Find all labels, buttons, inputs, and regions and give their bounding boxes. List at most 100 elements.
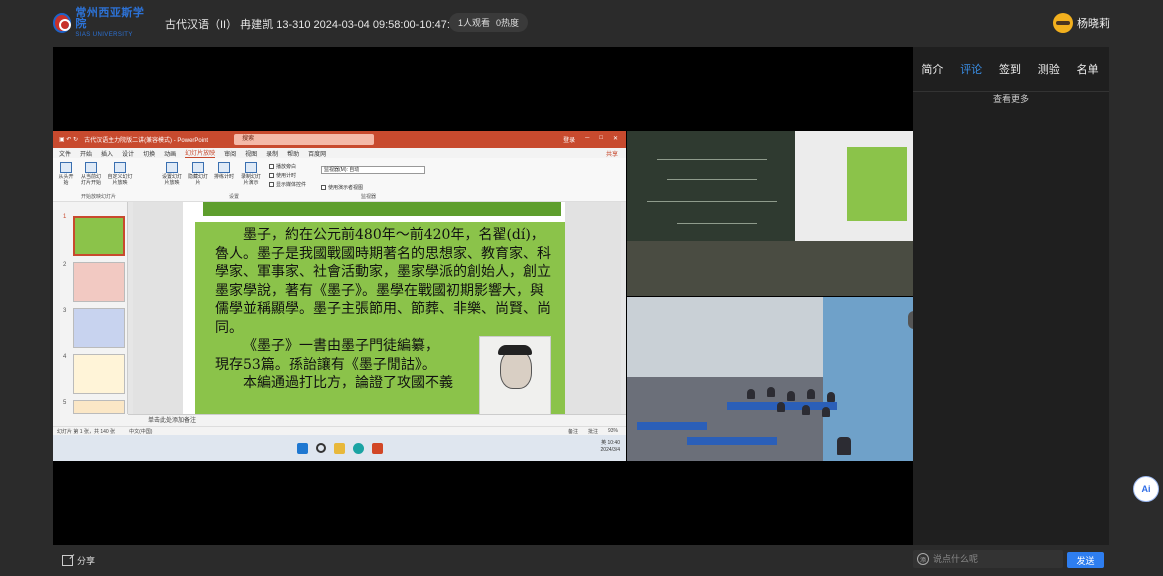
ppt-notes-pane: 单击此处添加备注 [128, 414, 626, 426]
logo-emblem-icon [53, 13, 72, 33]
top-bar: 常州西亚斯学院 SIAS UNIVERSITY 古代汉语（II） 冉建凯 13-… [0, 0, 1163, 47]
ppt-search-box: 搜索 [234, 134, 375, 145]
ppt-record-button: 录制幻灯片演示 [239, 162, 263, 186]
ppt-save-icon: ▣ ↶ ↻ [59, 137, 79, 143]
file-explorer-icon [333, 442, 345, 454]
ppt-custom-show-button: 自定义幻灯片放映 [107, 162, 133, 186]
ppt-login: 登录 [563, 138, 576, 144]
search-icon [315, 443, 326, 453]
course-title: 古代汉语（II） 冉建凯 13-310 2024-03-04 09:58:00-… [165, 19, 463, 31]
student [822, 407, 830, 417]
edge-browser-icon [352, 442, 364, 454]
ppt-maximize-icon: □ [599, 135, 603, 141]
heat-count: 0热度 [496, 18, 520, 28]
ppt-group-setup: 设置 [229, 194, 240, 200]
slide-paragraph: 墨子，約在公元前480年～前420年，名翟(dí)，魯人。墨子是我國戰國時期著名… [215, 227, 551, 336]
user-name[interactable]: 杨晓莉 [1077, 15, 1110, 31]
ppt-title-bar: ▣ ↶ ↻ 古代汉语主力院版二讲(兼容模式) - PowerPoint 搜索 登… [53, 131, 626, 148]
desk [637, 422, 707, 430]
thumb-number: 5 [63, 400, 67, 406]
side-tabs: 简介 评论 签到 测验 名单 [913, 47, 1109, 92]
ppt-minimize-icon: ─ [585, 135, 590, 141]
ppt-menu-bar: 文件 开始 插入 设计 切换 动画 幻灯片放映 审阅 视图 录制 帮助 百度网 … [53, 148, 626, 158]
ppt-menu-animation: 动画 [164, 151, 177, 158]
ppt-ribbon: 从头开始 从当前幻灯片开始 自定义幻灯片放映 开始放映幻灯片 设置幻灯片放映 隐… [53, 158, 626, 202]
ppt-menu-record: 录制 [266, 151, 279, 158]
viewer-count: 1人观看 [458, 18, 491, 28]
user-menu[interactable]: 杨晓莉 [1053, 13, 1110, 33]
camera-blackboard-stream[interactable] [627, 131, 913, 296]
emoji-icon[interactable]: 添 [917, 553, 929, 565]
projector-screen [795, 131, 913, 243]
tray-ime: 英 [601, 440, 607, 446]
logo-text-en: SIAS UNIVERSITY [75, 32, 133, 38]
tab-checkin[interactable]: 签到 [999, 61, 1021, 77]
windows-taskbar: 英 10:40 2024/3/4 [53, 435, 626, 461]
side-panel: 简介 评论 签到 测验 名单 查看更多 [913, 47, 1109, 545]
ppt-timing-check: 使用计时 [269, 172, 306, 179]
tab-roster[interactable]: 名单 [1077, 61, 1099, 77]
screen-share-stream[interactable]: ▣ ↶ ↻ 古代汉语主力院版二讲(兼容模式) - PowerPoint 搜索 登… [53, 131, 626, 461]
ppt-group-monitor: 监视器 [361, 194, 377, 200]
teacher [837, 437, 851, 455]
powerpoint-app-icon [371, 442, 383, 454]
ppt-media-check: 显示媒体控件 [269, 181, 306, 188]
ppt-group-start: 开始放映幻灯片 [81, 194, 117, 200]
ppt-slide-counter: 幻灯片 第 1 张，共 140 张 [57, 428, 116, 435]
system-tray: 英 10:40 2024/3/4 [601, 440, 620, 453]
ppt-language: 中文(中国) [129, 428, 153, 435]
send-button[interactable]: 发送 [1067, 552, 1104, 568]
video-player[interactable]: ▣ ↶ ↻ 古代汉语主力院版二讲(兼容模式) - PowerPoint 搜索 登… [53, 47, 920, 545]
ppt-thumbnail-pane: 1 2 3 4 5 [53, 202, 128, 414]
ppt-workspace: 1 2 3 4 5 墨子，約在公元前480年～前420年，名翟(dí)，魯人。墨… [53, 202, 626, 414]
viewer-stats-badge: 1人观看 0热度 [449, 13, 529, 32]
ppt-menu-insert: 插入 [101, 151, 114, 158]
tab-comments[interactable]: 评论 [960, 61, 982, 77]
slide-thumbnail [73, 216, 125, 256]
ppt-status-bar: 幻灯片 第 1 张，共 140 张 中文(中国) 备注 批注 93% [53, 426, 626, 435]
share-button[interactable]: 分享 [62, 554, 95, 567]
student [777, 402, 785, 412]
ppt-presenter-check: 使用演示者视图 [321, 184, 363, 191]
thumb-number: 1 [63, 214, 67, 220]
thumb-number: 3 [63, 308, 67, 314]
tab-quiz[interactable]: 测验 [1038, 61, 1060, 77]
thumb-number: 2 [63, 262, 67, 268]
ppt-menu-design: 设计 [122, 151, 135, 158]
mozi-portrait-image [479, 336, 551, 414]
ppt-window-title: 古代汉语主力院版二讲(兼容模式) - PowerPoint [84, 138, 209, 144]
university-logo: 常州西亚斯学院 SIAS UNIVERSITY [53, 8, 148, 38]
ppt-close-icon: ✕ [612, 136, 618, 142]
student [787, 391, 795, 401]
comment-box: 添 [913, 550, 1063, 568]
ppt-share: 共享 [605, 151, 618, 158]
ppt-menu-file: 文件 [59, 151, 72, 158]
ai-assistant-button[interactable]: Ai [1133, 476, 1159, 502]
thumb-number: 4 [63, 354, 67, 360]
ppt-menu-home: 开始 [80, 151, 93, 158]
tab-intro[interactable]: 简介 [921, 61, 943, 77]
ppt-menu-transition: 切换 [143, 151, 156, 158]
ppt-notes-toggle: 备注 [567, 428, 578, 435]
student [807, 389, 815, 399]
camera-classroom-stream[interactable] [627, 297, 913, 461]
avatar[interactable] [1053, 13, 1073, 33]
current-slide: 墨子，約在公元前480年～前420年，名翟(dí)，魯人。墨子是我國戰國時期著名… [183, 202, 565, 414]
share-icon [62, 555, 73, 566]
share-label: 分享 [77, 556, 96, 566]
ppt-slide-area: 墨子，約在公元前480年～前420年，名翟(dí)，魯人。墨子是我國戰國時期著名… [133, 202, 621, 414]
ppt-comments-toggle: 批注 [587, 428, 598, 435]
ppt-menu-baidu: 百度网 [308, 151, 327, 158]
student [802, 405, 810, 415]
ppt-menu-slideshow: 幻灯片放映 [185, 148, 216, 158]
ppt-zoom-level: 93% [607, 427, 618, 434]
tray-time: 10:40 [607, 440, 620, 446]
student [827, 392, 835, 402]
ppt-setup-button: 设置幻灯片放映 [161, 162, 183, 186]
slide-thumbnail [73, 400, 125, 414]
desk [687, 437, 777, 445]
comment-input[interactable] [933, 554, 1058, 564]
see-more-link[interactable]: 查看更多 [913, 92, 1109, 105]
slide-thumbnail [73, 308, 125, 348]
slide-thumbnail [73, 262, 125, 302]
